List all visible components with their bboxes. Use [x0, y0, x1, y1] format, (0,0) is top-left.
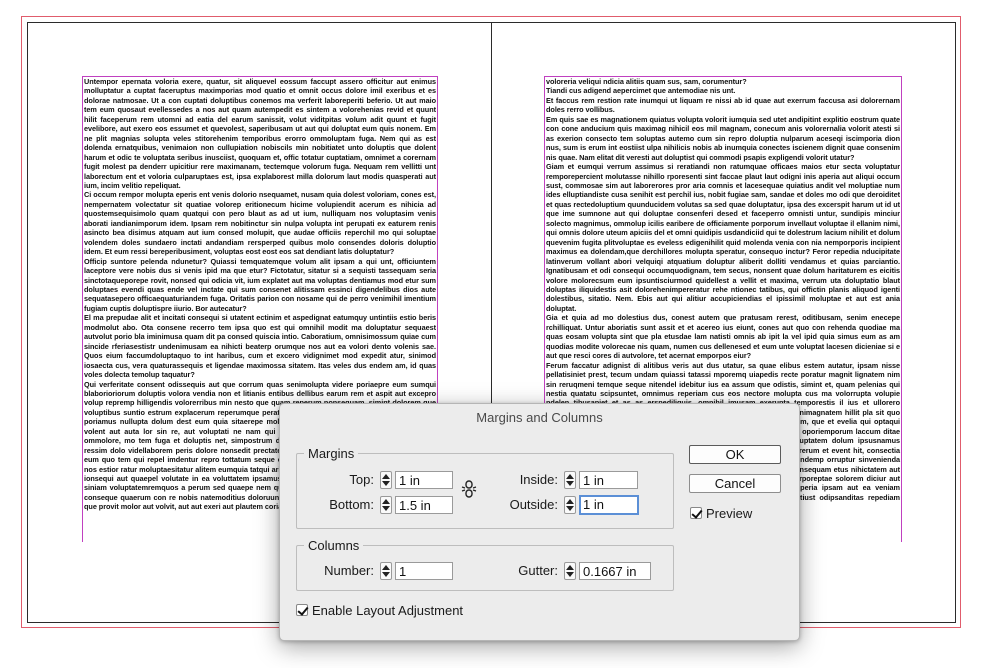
stepper-down-icon[interactable]: [566, 481, 574, 486]
gutter-field[interactable]: 0.1667 in: [579, 562, 651, 580]
layout-adjustment-label[interactable]: Enable Layout Adjustment: [312, 603, 463, 618]
top-label: Top:: [349, 472, 374, 487]
preview-label[interactable]: Preview: [706, 506, 752, 521]
checkmark-icon: [297, 604, 309, 616]
inside-stepper[interactable]: [564, 471, 576, 489]
ok-button[interactable]: OK: [689, 445, 781, 464]
stepper-down-icon[interactable]: [566, 506, 574, 511]
stepper-down-icon[interactable]: [566, 572, 574, 577]
dialog-title: Margins and Columns: [476, 410, 603, 425]
stepper-up-icon[interactable]: [566, 565, 574, 570]
bottom-stepper[interactable]: [380, 496, 392, 514]
outside-margin-field[interactable]: 1 in: [579, 495, 639, 515]
bottom-label: Bottom:: [329, 497, 374, 512]
column-number-field[interactable]: 1: [395, 562, 453, 580]
outside-label: Outside:: [509, 497, 558, 512]
inside-margin-field[interactable]: 1 in: [579, 471, 638, 489]
paragraph: Ci occum rempor molupta eperis ent venis…: [84, 190, 436, 257]
margins-group: [296, 453, 674, 529]
stepper-up-icon[interactable]: [382, 474, 390, 479]
top-stepper[interactable]: [380, 471, 392, 489]
gutter-label: Gutter:: [518, 563, 558, 578]
paragraph: Gia et quia ad mo dolestius dus, conest …: [546, 313, 900, 361]
paragraph: Untempor epernata voloria exere, quatur,…: [84, 77, 436, 190]
columns-group-label: Columns: [304, 538, 364, 553]
paragraph: Em quis sae es magnationem quiatus volup…: [546, 114, 900, 162]
paragraph: Giam et eumqui verrum assimus si reratia…: [546, 162, 900, 313]
outside-stepper[interactable]: [564, 496, 576, 514]
paragraph: Tiandi cus adigend aepercimet que antemo…: [546, 86, 736, 96]
number-stepper[interactable]: [380, 562, 392, 580]
layout-adjustment-checkbox[interactable]: [296, 604, 309, 616]
number-label: Number:: [324, 563, 374, 578]
stepper-up-icon[interactable]: [382, 499, 390, 504]
paragraph: Officip suntore pelenda ndunetur? Quiass…: [84, 256, 436, 313]
gutter-stepper[interactable]: [564, 562, 576, 580]
cancel-button[interactable]: Cancel: [689, 474, 781, 493]
paragraph: El ma prepudae alit et incitati consequi…: [84, 313, 436, 380]
paragraph: Et faccus rem restion rate inumqui ut li…: [546, 95, 900, 115]
bottom-margin-field[interactable]: 1.5 in: [395, 496, 453, 514]
stepper-up-icon[interactable]: [566, 499, 574, 504]
checkmark-icon: [691, 507, 703, 519]
stepper-down-icon[interactable]: [382, 506, 390, 511]
paragraph: voloreria veliqui ndicia alitiis quam su…: [546, 77, 747, 86]
top-margin-field[interactable]: 1 in: [395, 471, 453, 489]
inside-label: Inside:: [519, 472, 558, 487]
stepper-down-icon[interactable]: [382, 481, 390, 486]
margins-group-label: Margins: [304, 446, 359, 461]
stepper-up-icon[interactable]: [566, 474, 574, 479]
preview-checkbox[interactable]: [690, 507, 703, 519]
chain-link-icon[interactable]: [461, 480, 477, 498]
stepper-up-icon[interactable]: [382, 565, 390, 570]
margins-and-columns-dialog: Margins and Columns Margins Top: 1 in Bo…: [279, 403, 800, 641]
stepper-down-icon[interactable]: [382, 572, 390, 577]
